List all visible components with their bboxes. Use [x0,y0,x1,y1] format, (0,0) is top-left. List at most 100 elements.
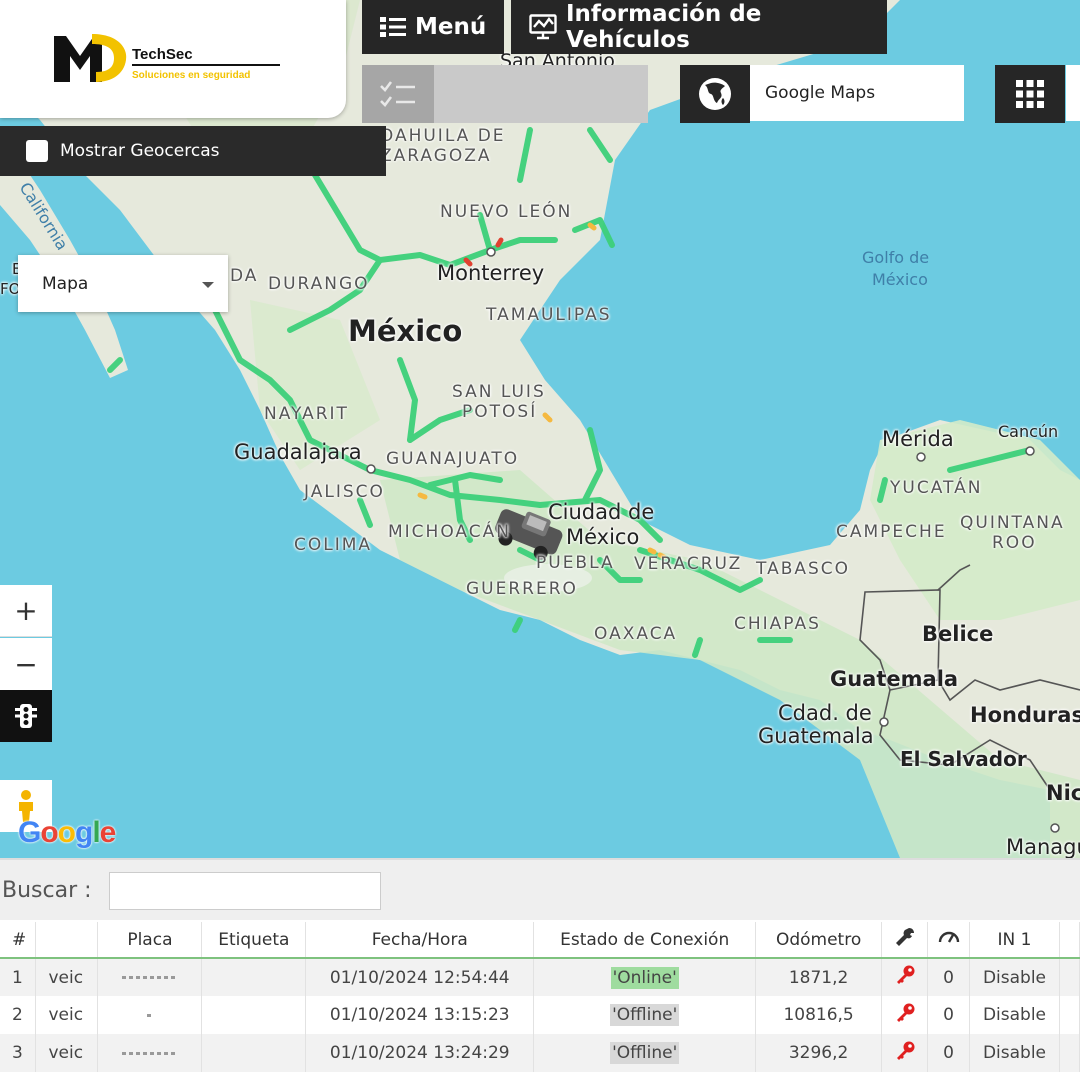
label-mexico: México [348,314,463,348]
label-cdad-guat-2: Guatemala [758,724,874,748]
cell-overflow [1059,1034,1080,1072]
label-guerrero: GUERRERO [466,579,578,599]
label-nayarit: NAYARIT [264,404,349,424]
cell-overflow [1059,958,1080,996]
map-provider-field[interactable]: Google Maps [750,65,964,121]
table-row[interactable]: 3 veic 01/10/2024 13:24:29 'Offline' 329… [0,1034,1080,1072]
zoom-out-button[interactable]: − [0,638,52,690]
label-nic: Nic [1046,781,1080,805]
status-badge: 'Online' [610,966,679,989]
cell-placa [97,996,203,1034]
key-icon [896,1003,915,1022]
cell-datetime: 01/10/2024 13:24:29 [305,1034,535,1072]
label-durango: DURANGO [268,274,370,294]
cell-status: 'Online' [533,958,757,996]
col-odometro[interactable]: Odómetro [755,922,883,959]
label-tabasco: TABASCO [756,559,851,579]
logo-card: TechSec Soluciones en seguridad [0,0,346,118]
monitor-chart-icon [529,14,557,40]
key-icon [896,1041,915,1060]
cell-name: veic [35,996,99,1034]
vehicle-panel: Buscar : # Placa Etiqueta Fecha/Hora Est… [0,858,1080,1080]
cell-datetime: 01/10/2024 12:54:44 [305,958,535,996]
label-golfo-2: México [872,270,928,289]
label-quintana-2: ROO [992,533,1037,553]
col-etiqueta[interactable]: Etiqueta [201,922,307,959]
vehicle-select[interactable] [362,65,648,123]
search-input[interactable] [109,872,381,910]
grid-icon[interactable] [995,65,1065,123]
vehicle-info-label: Información de Vehículos [566,1,762,53]
app: COAHUILA DE ZARAGOZA NUEVO LEÓN Monterre… [0,0,1080,1080]
col-in1[interactable]: IN 1 [969,922,1060,959]
cell-ignition [881,958,929,996]
geofence-toggle[interactable]: Mostrar Geocercas [0,126,386,176]
cell-etiqueta [201,1034,307,1072]
cell-in1: Disable [969,996,1060,1034]
traffic-light-icon[interactable] [0,690,52,742]
google-logo: Google [18,816,116,849]
label-zaragoza: ZARAGOZA [380,146,492,166]
wrench-icon [895,928,914,946]
cell-status: 'Offline' [533,996,757,1034]
status-badge: 'Offline' [610,1042,680,1064]
label-san-luis-1: SAN LUIS [452,382,546,402]
redacted-placa [121,1051,178,1055]
cell-datetime: 01/10/2024 13:15:23 [305,996,535,1034]
label-el-salvador: El Salvador [900,747,1027,771]
redacted-placa [121,976,178,979]
table-row[interactable]: 2 veic 01/10/2024 13:15:23 'Offline' 108… [0,996,1080,1034]
cell-index: 2 [0,996,37,1034]
cell-name: veic [35,958,99,996]
cell-ignition [881,1034,929,1072]
label-quintana-1: QUINTANA [960,513,1065,533]
cell-etiqueta [201,958,307,996]
menu-button[interactable]: Menú [362,0,504,54]
cell-placa [97,1034,203,1072]
label-colima: COLIMA [294,535,373,555]
key-icon [896,965,915,984]
search-row: Buscar : [0,860,1080,920]
cell-odometer: 1871,2 [755,958,883,996]
col-fecha-hora[interactable]: Fecha/Hora [305,922,535,959]
status-badge: 'Offline' [610,1004,680,1026]
label-belice: Belice [922,622,994,646]
col-estado[interactable]: Estado de Conexión [533,922,757,959]
label-managua: Managu [1006,835,1080,858]
col-placa[interactable]: Placa [97,922,203,959]
label-campeche: CAMPECHE [836,522,947,542]
cell-odometer: 3296,2 [755,1034,883,1072]
col-name[interactable] [35,922,99,959]
label-cancun: Cancún [998,422,1059,441]
speedometer-icon [938,931,959,943]
label-veracruz: VERACRUZ [634,554,743,574]
table-header-row: # Placa Etiqueta Fecha/Hora Estado de Co… [0,922,1080,959]
zoom-in-button[interactable]: + [0,585,52,637]
geofence-checkbox[interactable] [26,140,48,162]
col-index[interactable]: # [0,922,37,959]
col-overflow [1059,922,1080,959]
label-san-luis-2: POTOSÍ [462,402,538,422]
brand-tagline: Soluciones en seguridad [132,70,251,81]
label-puebla: PUEBLA [536,553,615,573]
cell-speed: 0 [927,996,970,1034]
cell-ignition [881,996,929,1034]
brand-name: TechSec [132,46,280,66]
label-oaxaca: OAXACA [594,624,678,644]
label-guadalajara: Guadalajara [234,440,362,464]
label-cdad-guat-1: Cdad. de [778,701,872,725]
table-row[interactable]: 1 veic 01/10/2024 12:54:44 'Online' 1871… [0,958,1080,996]
label-nuevo-leon: NUEVO LEÓN [440,202,573,222]
label-guanajuato: GUANAJUATO [386,449,520,469]
cell-etiqueta [201,996,307,1034]
label-golfo-1: Golfo de [862,248,930,267]
cell-status: 'Offline' [533,1034,757,1072]
label-cdmx-2: México [566,525,640,549]
vehicle-info-button[interactable]: Información de Vehículos [511,0,887,54]
map-type-select[interactable]: Mapa [18,255,228,312]
globe-icon[interactable] [680,65,750,123]
col-speed[interactable] [927,922,970,959]
cell-index: 1 [0,958,37,996]
col-ignition[interactable] [881,922,929,959]
cell-speed: 0 [927,1034,970,1072]
